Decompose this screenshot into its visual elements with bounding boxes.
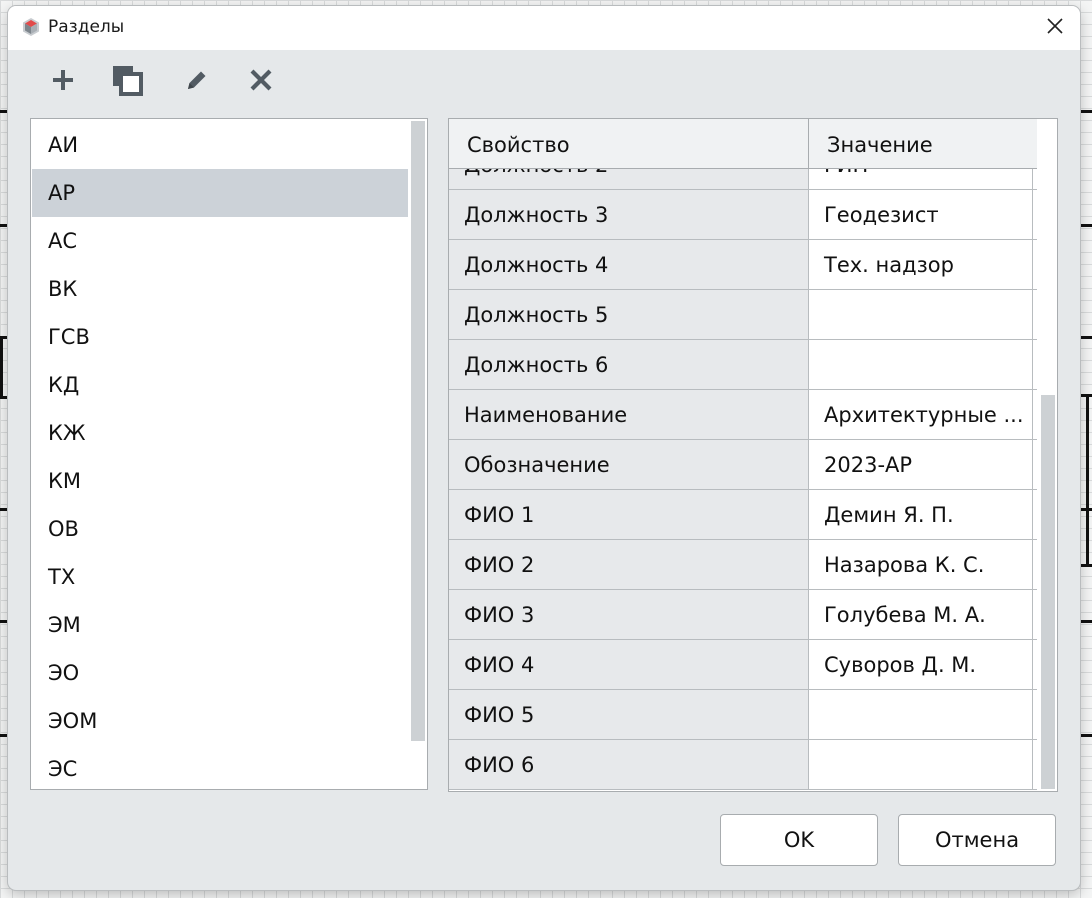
list-item-3[interactable]: АС [32, 217, 408, 265]
property-name-cell: ФИО 3 [449, 590, 809, 639]
list-item-8[interactable]: КМ [32, 457, 408, 505]
property-name-cell: ФИО 6 [449, 740, 809, 789]
sections-list: АИ АР АС ВК ГСВ КД КЖ КМ ОВ ТХ ЭМ ЭО ЭОМ ЭС [30, 118, 428, 790]
edit-button[interactable] [177, 62, 217, 102]
list-item-4[interactable]: ВК [32, 265, 408, 313]
canvas-line [0, 110, 8, 113]
plus-icon [50, 67, 76, 97]
canvas-line [1080, 224, 1092, 227]
canvas-line [1080, 620, 1092, 623]
canvas-line [1086, 394, 1089, 566]
canvas-line [1080, 734, 1092, 737]
add-button[interactable] [43, 62, 83, 102]
table-row[interactable]: Должность 3 Геодезист [449, 190, 1037, 240]
property-value-cell[interactable] [809, 740, 1033, 789]
list-item-2[interactable]: АР [32, 169, 408, 217]
property-name-cell: Должность 4 [449, 240, 809, 289]
table-row[interactable]: ФИО 5 [449, 690, 1037, 740]
property-name-cell: Наименование [449, 390, 809, 439]
canvas-line [0, 734, 8, 737]
cancel-button[interactable]: Отмена [898, 814, 1056, 866]
property-name-cell: ФИО 4 [449, 640, 809, 689]
property-value-cell[interactable]: Назарова К. С. [809, 540, 1033, 589]
property-value-cell[interactable] [809, 340, 1033, 389]
list-item-9[interactable]: ОВ [32, 505, 408, 553]
duplicate-button[interactable] [107, 62, 147, 102]
grid-header: Свойство Значение [449, 119, 1037, 169]
property-name-cell: ФИО 5 [449, 690, 809, 739]
column-header-property[interactable]: Свойство [449, 119, 809, 169]
delete-icon [249, 68, 273, 96]
table-row[interactable]: ФИО 3 Голубева М. А. [449, 590, 1037, 640]
property-name-cell: Обозначение [449, 440, 809, 489]
close-icon [1046, 17, 1064, 39]
list-scrollbar[interactable] [411, 121, 425, 741]
properties-grid: Должность 2ГИПДолжность 3ГеодезистДолжно… [448, 118, 1058, 792]
property-name-cell: Должность 5 [449, 290, 809, 339]
sections-dialog: Разделы АИ АР АС ВК ГСВ КД КЖ КМ ОВ ТХ Э… [8, 6, 1080, 890]
copy-icon [111, 64, 143, 100]
canvas-line [0, 620, 8, 623]
column-header-value[interactable]: Значение [809, 119, 1037, 169]
table-row[interactable]: ФИО 1 Демин Я. П. [449, 490, 1037, 540]
table-row[interactable]: ФИО 4 Суворов Д. М. [449, 640, 1037, 690]
property-value-cell[interactable]: Тех. надзор [809, 240, 1033, 289]
grid-scrollbar-thumb[interactable] [1041, 395, 1055, 789]
property-value-cell[interactable] [809, 290, 1033, 339]
grid-body: Должность 2ГИПДолжность 3ГеодезистДолжно… [449, 119, 1037, 791]
canvas-line [1080, 508, 1092, 511]
property-value-cell[interactable]: Демин Я. П. [809, 490, 1033, 539]
table-row[interactable]: ФИО 2 Назарова К. С. [449, 540, 1037, 590]
table-row[interactable]: Наименование Архитектурные ... [449, 390, 1037, 440]
ok-button[interactable]: OK [720, 814, 878, 866]
property-name-cell: Должность 6 [449, 340, 809, 389]
table-row[interactable]: Должность 4 Тех. надзор [449, 240, 1037, 290]
list-item-7[interactable]: КЖ [32, 409, 408, 457]
property-value-cell[interactable]: Голубева М. А. [809, 590, 1033, 639]
property-value-cell[interactable] [809, 690, 1033, 739]
list-item-10[interactable]: ТХ [32, 553, 408, 601]
list-item-1[interactable]: АИ [32, 121, 408, 169]
property-value-cell[interactable]: Геодезист [809, 190, 1033, 239]
app-logo-icon [21, 17, 41, 37]
table-row[interactable]: Должность 6 [449, 340, 1037, 390]
list-item-11[interactable]: ЭМ [32, 601, 408, 649]
property-name-cell: Должность 3 [449, 190, 809, 239]
canvas-line [1080, 564, 1092, 567]
canvas-line [0, 338, 3, 398]
delete-button[interactable] [241, 62, 281, 102]
property-name-cell: ФИО 1 [449, 490, 809, 539]
property-value-cell[interactable]: Суворов Д. М. [809, 640, 1033, 689]
list-item-14[interactable]: ЭС [32, 745, 408, 789]
canvas-line [0, 224, 8, 227]
canvas-line [1080, 110, 1092, 113]
table-row[interactable]: Должность 5 [449, 290, 1037, 340]
pencil-icon [184, 67, 210, 97]
canvas-line [0, 508, 8, 511]
list-item-6[interactable]: КД [32, 361, 408, 409]
property-name-cell: ФИО 2 [449, 540, 809, 589]
close-button[interactable] [1036, 10, 1074, 46]
property-value-cell[interactable]: Архитектурные ... [809, 390, 1033, 439]
property-value-cell[interactable]: 2023-АР [809, 440, 1033, 489]
table-row[interactable]: Обозначение 2023-АР [449, 440, 1037, 490]
window-title: Разделы [48, 17, 125, 37]
canvas-line [0, 396, 8, 399]
title-bar: Разделы [8, 6, 1080, 50]
canvas-line [1080, 336, 1092, 339]
list-item-12[interactable]: ЭО [32, 649, 408, 697]
list-item-13[interactable]: ЭОМ [32, 697, 408, 745]
list-item-5[interactable]: ГСВ [32, 313, 408, 361]
table-row[interactable]: ФИО 6 [449, 740, 1037, 790]
